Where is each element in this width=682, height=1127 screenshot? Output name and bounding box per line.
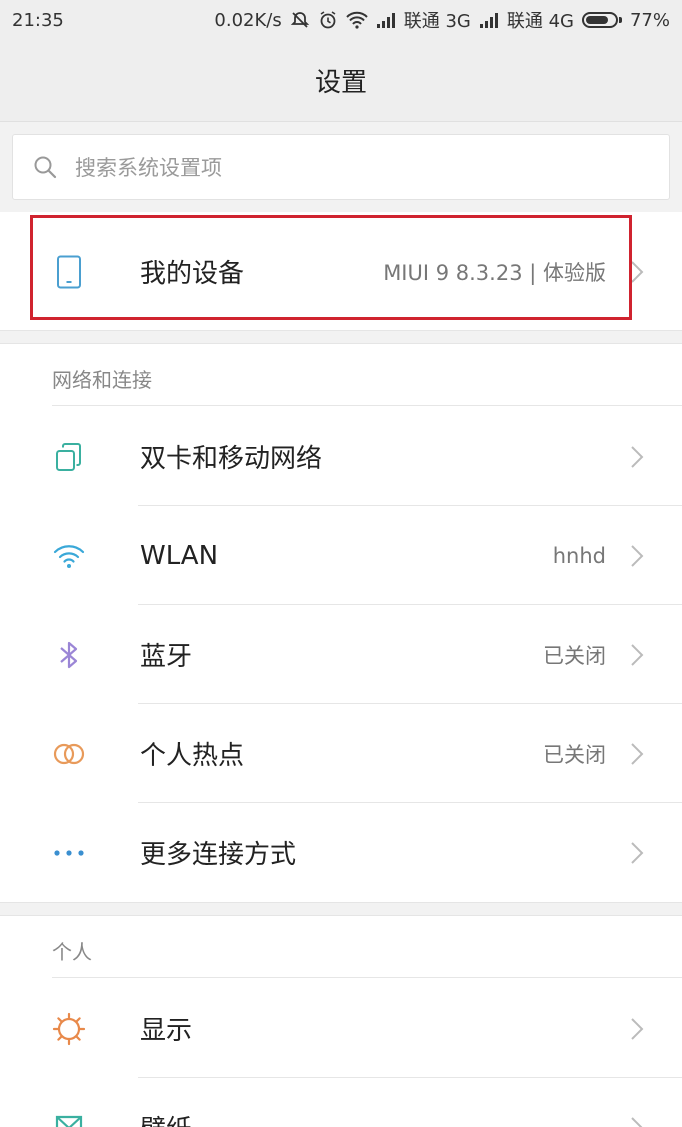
phone-icon: [50, 253, 88, 291]
list-item-hotspot[interactable]: 个人热点 已关闭: [0, 704, 682, 803]
my-device-row[interactable]: 我的设备 MIUI 9 8.3.23 | 体验版: [0, 222, 682, 321]
signal-icon-sim2: [479, 12, 499, 28]
hotspot-icon: [50, 735, 88, 773]
notification-muted-icon: [290, 10, 310, 30]
wallpaper-icon: [50, 1109, 88, 1127]
battery-icon: [581, 12, 622, 28]
page-title: 设置: [314, 68, 367, 98]
list-item-bluetooth[interactable]: 蓝牙 已关闭: [0, 605, 682, 704]
section-title-network: 网络和连接: [52, 368, 152, 392]
chevron-right-icon: [630, 445, 644, 469]
list-item-dual-sim[interactable]: 双卡和移动网络: [0, 407, 682, 506]
battery-percent: 77%: [629, 9, 670, 31]
chevron-right-icon: [630, 260, 644, 284]
wifi-icon: [50, 537, 88, 575]
search-input[interactable]: 搜索系统设置项: [12, 134, 670, 200]
list-item-more-connections[interactable]: 更多连接方式: [0, 803, 682, 902]
chevron-right-icon: [630, 742, 644, 766]
list-item-wallpaper[interactable]: 壁纸: [0, 1078, 682, 1127]
chevron-right-icon: [630, 1017, 644, 1041]
list-item-label: 壁纸: [140, 1109, 192, 1127]
list-item-label: 显示: [140, 1016, 193, 1046]
list-item-display[interactable]: 显示: [0, 979, 682, 1078]
list-item-label: WLAN: [140, 540, 219, 571]
status-time: 21:35: [12, 9, 64, 31]
list-item-value: 已关闭: [543, 643, 606, 668]
section-gap: [0, 902, 682, 916]
section-title-personal: 个人: [52, 940, 92, 964]
network-speed: 0.02K/s: [214, 9, 282, 31]
search-area: 搜索系统设置项: [0, 122, 682, 212]
sun-icon: [50, 1010, 88, 1048]
list-item-label: 个人热点: [140, 741, 245, 771]
list-item-label: 蓝牙: [140, 642, 193, 672]
section-header-network: 网络和连接: [0, 344, 682, 406]
chevron-right-icon: [630, 841, 644, 865]
search-placeholder: 搜索系统设置项: [75, 156, 222, 180]
search-icon: [33, 155, 57, 179]
chevron-right-icon: [630, 544, 644, 568]
list-item-value: hnhd: [552, 543, 606, 568]
list-item-wlan[interactable]: WLAN hnhd: [0, 506, 682, 605]
list-item-label: 双卡和移动网络: [140, 444, 323, 474]
carrier-sim1: 联通 3G: [403, 11, 471, 32]
section-gap: [0, 330, 682, 344]
chevron-right-icon: [630, 1116, 644, 1127]
wifi-status-icon: [346, 11, 368, 29]
sim-card-icon: [50, 438, 88, 476]
carrier-sim2: 联通 4G: [506, 11, 574, 32]
more-dots-icon: [50, 834, 88, 872]
list-item-value: 已关闭: [543, 742, 606, 767]
title-bar: 设置: [0, 40, 682, 122]
signal-icon-sim1: [376, 12, 396, 28]
section-header-personal: 个人: [0, 916, 682, 978]
status-bar: 21:35 0.02K/s 联通 3G 联通 4G 77%: [0, 0, 682, 40]
my-device-version: MIUI 9 8.3.23 | 体验版: [383, 260, 606, 285]
status-right: 0.02K/s 联通 3G 联通 4G 77%: [214, 7, 670, 33]
chevron-right-icon: [630, 643, 644, 667]
list-item-label: 更多连接方式: [140, 840, 297, 870]
my-device-label: 我的设备: [140, 259, 245, 289]
bluetooth-icon: [50, 636, 88, 674]
alarm-icon: [318, 10, 338, 30]
